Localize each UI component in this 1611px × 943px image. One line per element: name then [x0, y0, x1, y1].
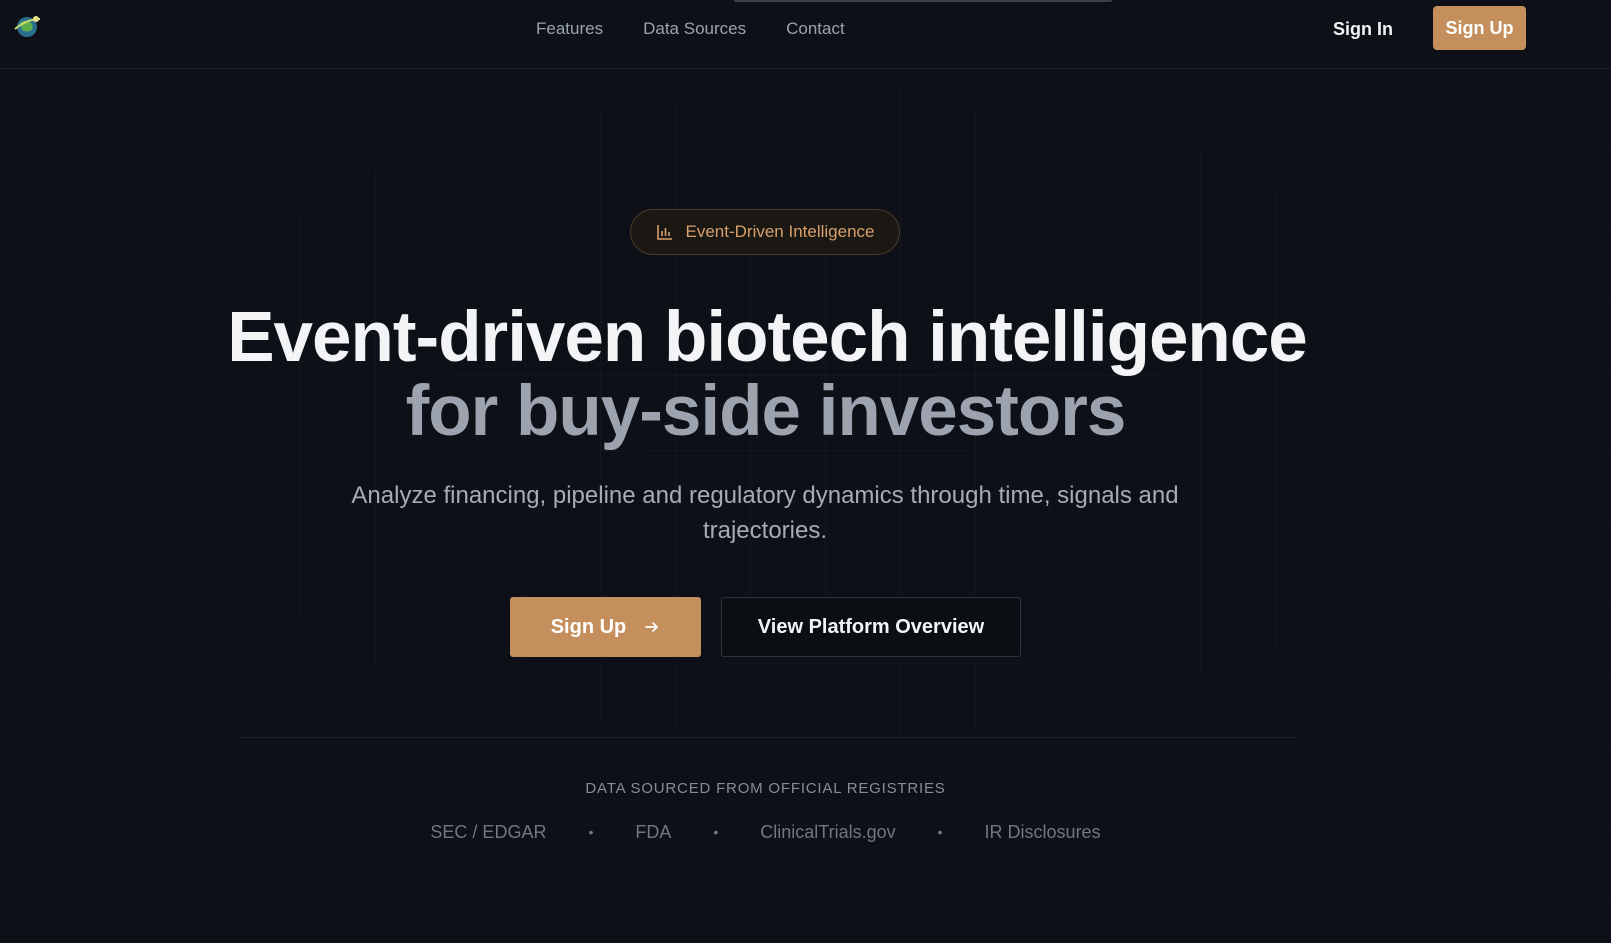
separator-dot: •: [937, 824, 943, 840]
site-header: Features Data Sources Contact Sign In Si…: [0, 0, 1611, 69]
source-ir-disclosures: IR Disclosures: [984, 822, 1101, 842]
hero-sign-up-label: Sign Up: [550, 615, 627, 638]
arrow-right-icon: [645, 622, 659, 632]
nav-data-sources[interactable]: Data Sources: [643, 18, 746, 40]
logo-icon[interactable]: [12, 13, 42, 39]
landing-page: Features Data Sources Contact Sign In Si…: [0, 0, 1611, 943]
hero-subtitle: Analyze financing, pipeline and regulato…: [351, 482, 1179, 544]
nav-features[interactable]: Features: [536, 18, 603, 40]
separator-dot: •: [588, 824, 594, 840]
sources-label: DATA SOURCED FROM OFFICIAL REGISTRIES: [585, 780, 946, 797]
section-divider: [238, 737, 1298, 738]
sign-in-link[interactable]: Sign In: [1333, 17, 1393, 41]
main-nav: Features Data Sources Contact: [536, 18, 845, 40]
bar-chart-icon: [656, 225, 672, 240]
headline-secondary: for buy-side investors: [405, 372, 1127, 451]
sign-up-button[interactable]: Sign Up: [1433, 6, 1526, 50]
top-indicator: [734, 0, 1112, 2]
source-fda: FDA: [635, 822, 672, 842]
badge-label: Event-Driven Intelligence: [685, 222, 875, 241]
source-clinicaltrials: ClinicalTrials.gov: [760, 822, 896, 842]
view-platform-overview-button[interactable]: View Platform Overview: [721, 597, 1021, 657]
nav-contact[interactable]: Contact: [786, 18, 845, 40]
hero-section: Event-Driven Intelligence Event-driven b…: [0, 0, 1611, 943]
headline-primary: Event-driven biotech intelligence: [227, 298, 1308, 377]
hero-badge: Event-Driven Intelligence: [630, 209, 900, 255]
data-sources-list: SEC / EDGAR • FDA • ClinicalTrials.gov •…: [0, 820, 1531, 844]
hero-sign-up-button[interactable]: Sign Up: [510, 597, 701, 657]
separator-dot: •: [713, 824, 719, 840]
source-sec-edgar: SEC / EDGAR: [430, 822, 547, 842]
